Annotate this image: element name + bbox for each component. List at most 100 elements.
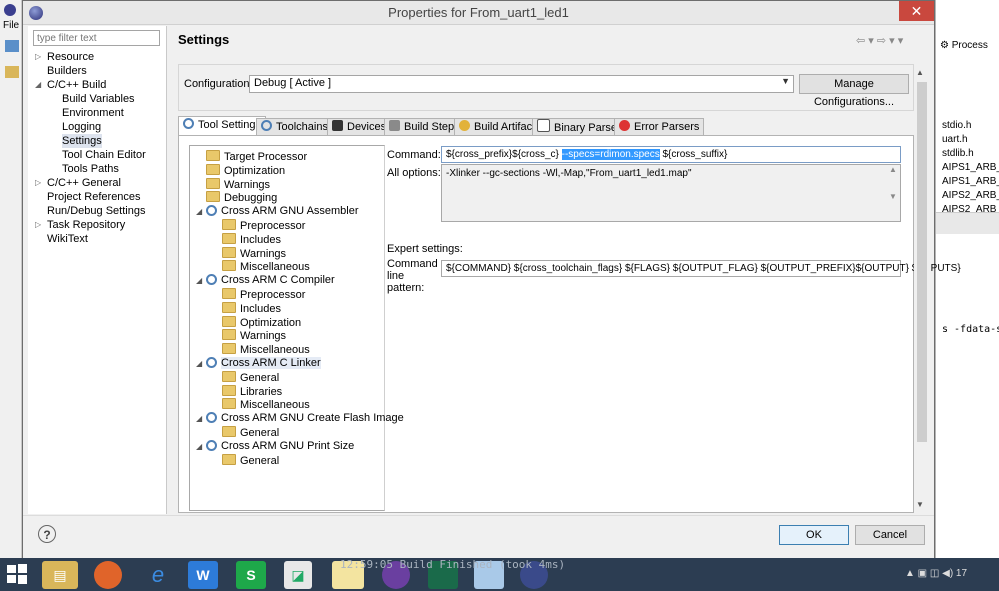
tool-settings-tree: Target Processor Optimization Warnings Debu…	[189, 145, 404, 511]
package-icon[interactable]	[5, 66, 19, 78]
scroll-up-icon[interactable]: ▲	[916, 68, 924, 77]
folder-icon	[206, 163, 220, 175]
options-scrollbar[interactable]: ▲ ▼	[886, 165, 900, 221]
filter-input[interactable]	[33, 30, 160, 46]
system-tray[interactable]: ▲ ▣ ◫ ◀) 17	[905, 568, 967, 579]
tree-category-node[interactable]: Preprocessor	[222, 288, 305, 302]
windows-start-button[interactable]	[6, 563, 28, 585]
history-nav-icons[interactable]: ⇦ ▾ ⇨ ▾ ▾	[856, 34, 903, 47]
cancel-button[interactable]: Cancel	[855, 525, 925, 545]
tree-category-node[interactable]: Libraries	[222, 384, 282, 399]
tree-category-node[interactable]: General	[222, 426, 279, 440]
help-button[interactable]: ?	[38, 525, 56, 543]
tree-tool-node[interactable]: ◢ Cross ARM GNU Print Size	[196, 439, 354, 453]
nav-item[interactable]: Run/Debug Settings	[47, 204, 145, 218]
title-bar[interactable]: Properties for From_uart1_led1 ✕	[23, 1, 934, 25]
all-options-label: All options:	[387, 167, 441, 179]
gear-icon	[206, 274, 217, 286]
tree-tool-node[interactable]: ◢ Cross ARM C Compiler	[196, 274, 335, 287]
file-menu[interactable]: File	[3, 20, 19, 31]
settings-page: Settings ⇦ ▾ ⇨ ▾ ▾ Configuration: Debug …	[168, 26, 961, 514]
tree-node-label: Includes	[240, 302, 281, 315]
close-button[interactable]: ✕	[899, 1, 934, 21]
binary-icon	[537, 119, 550, 132]
page-scrollbar[interactable]: ▲ ▼	[914, 66, 931, 513]
tree-node-label: Cross ARM C Compiler	[221, 274, 335, 287]
nav-item[interactable]: Project References	[47, 190, 141, 204]
tree-tool-node[interactable]: ◢ Cross ARM GNU Assembler	[196, 205, 359, 218]
configuration-panel: Configuration: Debug [ Active ] ▼ Manage…	[178, 64, 914, 111]
folder-icon	[222, 398, 236, 410]
nav-item[interactable]: Environment	[62, 106, 124, 120]
tree-category-node[interactable]: Warnings	[222, 329, 286, 343]
outline-item[interactable]: AIPS2_ARB_BA	[942, 190, 999, 201]
chart-app-icon[interactable]: ◪	[284, 561, 312, 589]
expand-icon[interactable]: ▷	[35, 52, 41, 61]
tab-label: Error Parsers	[634, 121, 700, 133]
nav-item[interactable]: Resource	[47, 50, 94, 64]
word-icon[interactable]: W	[188, 561, 218, 589]
tree-category-node[interactable]: Warnings	[222, 246, 286, 261]
configuration-select[interactable]: Debug [ Active ] ▼	[249, 75, 794, 93]
tree-category-node[interactable]: Optimization	[206, 163, 286, 178]
file-explorer-icon[interactable]: ▤	[42, 561, 78, 589]
collapse-icon[interactable]: ◢	[196, 440, 206, 453]
chip-icon	[332, 120, 343, 131]
collapse-icon[interactable]: ◢	[196, 357, 206, 370]
toolbar-icon[interactable]	[5, 40, 19, 52]
tree-category-node[interactable]: Miscellaneous	[222, 398, 310, 412]
nav-item[interactable]: Settings	[62, 134, 102, 148]
tree-category-node[interactable]: Includes	[222, 232, 281, 247]
folder-icon	[222, 426, 236, 437]
expand-icon[interactable]: ▷	[35, 220, 41, 229]
tree-category-node[interactable]: General	[222, 453, 279, 468]
scroll-down-icon[interactable]: ▼	[916, 500, 924, 509]
tree-category-node[interactable]: Miscellaneous	[222, 343, 310, 357]
nav-item[interactable]: Build Variables	[62, 92, 135, 106]
nav-item[interactable]: Task Repository	[47, 218, 125, 232]
nav-item[interactable]: Tool Chain Editor	[62, 148, 146, 162]
gear-icon	[183, 118, 194, 129]
outline-item[interactable]: AIPS1_ARB_BA	[942, 162, 999, 173]
firefox-icon[interactable]	[94, 561, 122, 589]
nav-item[interactable]: Tools Paths	[62, 162, 119, 176]
dialog-footer: ? OK Cancel	[23, 515, 934, 559]
tree-category-node[interactable]: Target Processor	[206, 150, 307, 164]
internet-explorer-icon[interactable]: e	[140, 561, 176, 589]
outline-item[interactable]: stdio.h	[942, 120, 971, 131]
manage-configurations-button[interactable]: Manage Configurations...	[799, 74, 909, 108]
ok-button[interactable]: OK	[779, 525, 849, 545]
expand-icon[interactable]: ▷	[35, 178, 41, 187]
collapse-icon[interactable]: ◢	[35, 80, 41, 89]
nav-item[interactable]: WikiText	[47, 232, 88, 246]
collapse-icon[interactable]: ◢	[196, 205, 206, 218]
command-line-pattern-input[interactable]: ${COMMAND} ${cross_toolchain_flags} ${FL…	[441, 260, 961, 277]
tree-category-node[interactable]: Debugging	[206, 191, 277, 205]
scroll-thumb[interactable]	[917, 82, 927, 442]
collapse-icon[interactable]: ◢	[196, 274, 206, 287]
outline-item[interactable]: stdlib.h	[942, 148, 974, 159]
tree-node-label: Optimization	[224, 164, 286, 177]
spreadsheet-icon[interactable]: S	[236, 561, 266, 589]
nav-item[interactable]: Builders	[47, 64, 87, 78]
tree-category-node[interactable]: General	[222, 370, 279, 385]
tree-category-node[interactable]: Includes	[222, 301, 281, 316]
tree-category-node[interactable]: Warnings	[206, 177, 270, 192]
collapse-icon[interactable]: ◢	[196, 412, 206, 425]
properties-dialog: Properties for From_uart1_led1 ✕ Resourc…	[22, 0, 961, 559]
nav-item[interactable]: Logging	[62, 120, 101, 134]
tree-tool-node[interactable]: ◢ Cross ARM GNU Create Flash Image	[196, 412, 404, 425]
tree-category-node[interactable]: Preprocessor	[222, 219, 305, 233]
folder-icon	[222, 232, 236, 244]
all-options-field[interactable]: -Xlinker --gc-sections -Wl,-Map,"From_ua…	[441, 164, 901, 222]
tree-category-node[interactable]: Optimization	[222, 315, 301, 330]
command-input[interactable]: ${cross_prefix}${cross_c} --specs=rdimon…	[441, 146, 901, 163]
nav-item[interactable]: C/C++ Build	[47, 78, 106, 92]
nav-item[interactable]: C/C++ General	[47, 176, 121, 190]
process-tab[interactable]: ⚙ Process	[940, 40, 988, 51]
outline-item[interactable]: uart.h	[942, 134, 968, 145]
tab-label: Build Artifact	[474, 121, 536, 133]
outline-item[interactable]: AIPS1_ARB_EN	[942, 176, 999, 187]
tree-category-node[interactable]: Miscellaneous	[222, 260, 310, 274]
tree-tool-node[interactable]: ◢ Cross ARM C Linker	[196, 357, 321, 370]
